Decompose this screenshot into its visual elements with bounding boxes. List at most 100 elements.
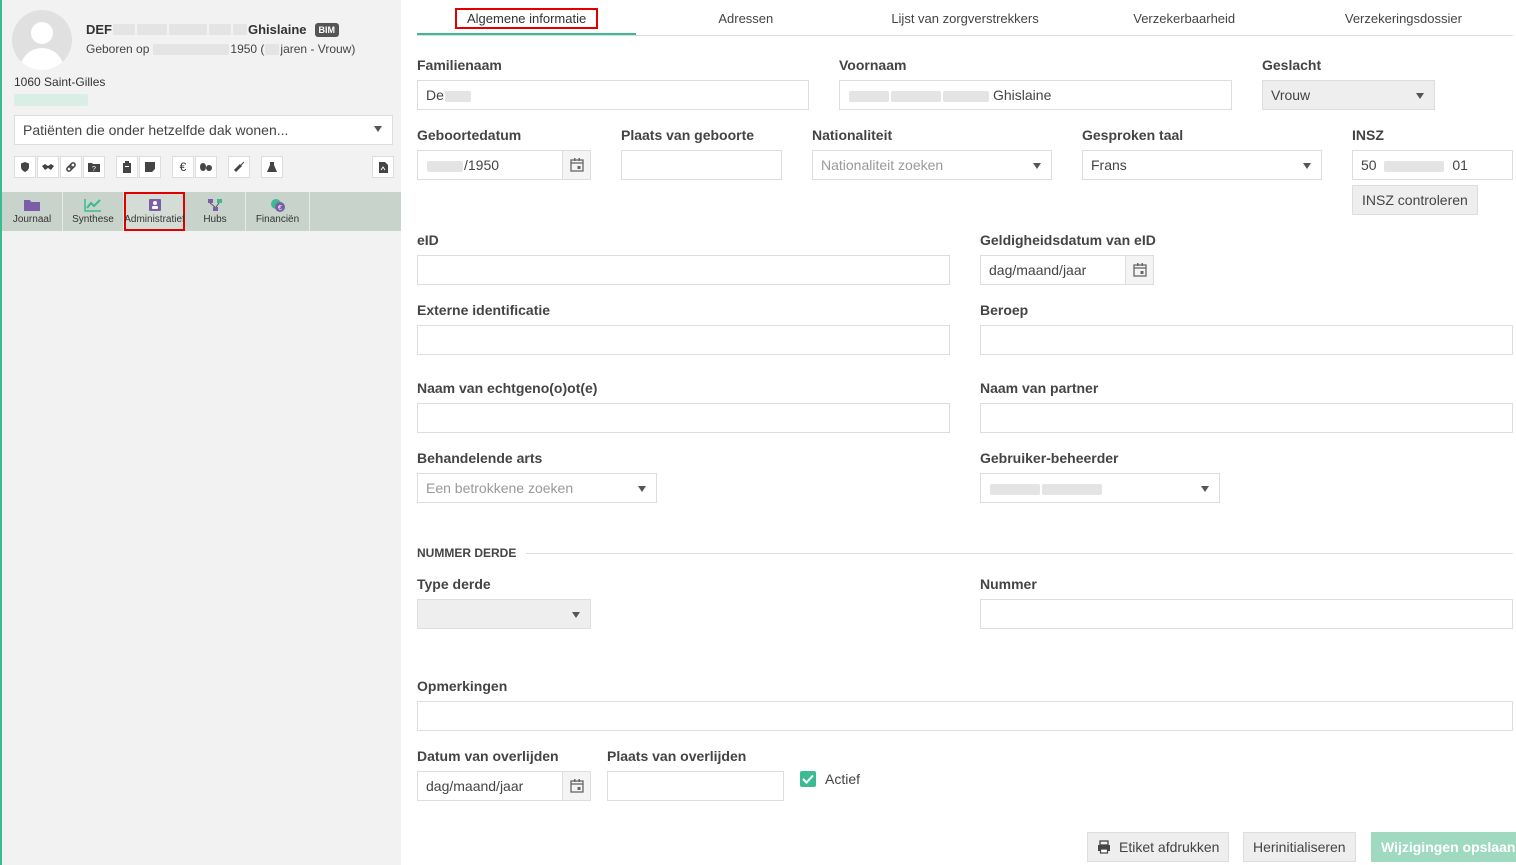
tab-label: Adressen <box>718 11 774 26</box>
syringe-icon[interactable] <box>228 156 250 178</box>
insz-check-button[interactable]: INSZ controleren <box>1352 185 1478 215</box>
flask-icon[interactable] <box>261 156 283 178</box>
externe-id-label: Externe identificatie <box>417 302 551 318</box>
tab-adressen[interactable]: Adressen <box>636 0 855 35</box>
type-derde-select[interactable] <box>417 599 591 629</box>
patient-address: 1060 Saint-Gilles <box>14 75 106 89</box>
tab-label: Algemene informatie <box>454 8 599 29</box>
actief-checkbox[interactable] <box>800 771 816 787</box>
print-label-button[interactable]: Etiket afdrukken <box>1087 832 1230 862</box>
id-card-icon <box>148 199 161 211</box>
nav-label: Administratief <box>124 214 185 225</box>
insz-field[interactable]: 50 01 <box>1352 150 1513 180</box>
birth-year: 1950 ( <box>230 42 265 56</box>
insz-value-start: 50 <box>1361 157 1377 173</box>
eid-datum-field[interactable]: dag/maand/jaar <box>980 255 1154 285</box>
overlijden-datum-placeholder: dag/maand/jaar <box>426 778 524 794</box>
patient-name-prefix: DEF <box>86 22 112 37</box>
patient-toolbar: ? € <box>14 156 394 178</box>
folder-question-icon[interactable]: ? <box>83 156 105 178</box>
calendar-icon[interactable] <box>562 151 590 179</box>
plaats-geboorte-field[interactable] <box>621 150 782 180</box>
chevron-down-icon <box>1201 486 1209 492</box>
nav-label: Synthese <box>72 214 114 225</box>
beroep-field[interactable] <box>980 325 1513 355</box>
tab-algemene-informatie[interactable]: Algemene informatie <box>417 0 637 35</box>
calendar-icon[interactable] <box>562 772 590 800</box>
tab-bar: Algemene informatie Adressen Lijst van z… <box>417 0 1513 36</box>
nav-financien[interactable]: € Financiën <box>246 192 310 231</box>
nummer-field[interactable] <box>980 599 1513 629</box>
arts-label: Behandelende arts <box>417 450 543 466</box>
save-button[interactable]: Wijzigingen opslaan <box>1371 832 1516 862</box>
eid-label: eID <box>417 232 439 248</box>
opmerkingen-field[interactable] <box>417 701 1513 731</box>
geslacht-select[interactable]: Vrouw <box>1262 80 1435 110</box>
svg-text:?: ? <box>92 166 96 173</box>
nav-hubs[interactable]: Hubs <box>185 192 246 231</box>
link-icon[interactable] <box>60 156 82 178</box>
patient-address-extra <box>14 94 88 106</box>
chevron-down-icon <box>1033 163 1041 169</box>
handshake-icon[interactable] <box>37 156 59 178</box>
tab-verzekerbaarheid[interactable]: Verzekerbaarheid <box>1075 0 1294 35</box>
tab-zorgverstrekkers[interactable]: Lijst van zorgverstrekkers <box>855 0 1074 35</box>
sticky-note-icon[interactable] <box>139 156 161 178</box>
printer-icon <box>1098 840 1110 854</box>
opmerkingen-label: Opmerkingen <box>417 678 508 694</box>
status-badge: BIM <box>314 22 340 37</box>
beheerder-select[interactable] <box>980 473 1220 503</box>
tab-verzekeringsdossier[interactable]: Verzekeringsdossier <box>1294 0 1513 35</box>
echtgenoot-label: Naam van echtgeno(o)ot(e) <box>417 380 598 396</box>
clipboard-icon[interactable] <box>116 156 138 178</box>
tab-label: Lijst van zorgverstrekkers <box>891 11 1039 26</box>
patient-birth: Geboren op 1950 ( jaren - Vrouw) <box>86 42 355 56</box>
overlijden-plaats-field[interactable] <box>607 771 784 801</box>
familienaam-field[interactable]: De <box>417 80 809 110</box>
nav-label: Hubs <box>203 214 227 225</box>
arts-placeholder: Een betrokkene zoeken <box>426 480 574 496</box>
chevron-down-icon <box>374 126 382 132</box>
externe-id-field[interactable] <box>417 325 950 355</box>
print-label: Etiket afdrukken <box>1119 839 1220 855</box>
calendar-icon[interactable] <box>1125 256 1153 284</box>
nationaliteit-label: Nationaliteit <box>812 127 893 143</box>
household-select[interactable]: Patiënten die onder hetzelfde dak wonen.… <box>14 115 393 145</box>
section-title: NUMMER DERDE <box>417 546 517 560</box>
pdf-icon[interactable] <box>372 156 394 178</box>
eid-field[interactable] <box>417 255 950 285</box>
check-icon <box>802 774 814 784</box>
geboortedatum-value: /1950 <box>464 157 500 173</box>
nav-synthese[interactable]: Synthese <box>63 192 124 231</box>
actief-label: Actief <box>825 771 861 787</box>
folder-icon <box>24 200 40 211</box>
taal-select[interactable]: Frans <box>1082 150 1322 180</box>
arts-select[interactable]: Een betrokkene zoeken <box>417 473 657 503</box>
avatar <box>12 10 72 70</box>
taal-label: Gesproken taal <box>1082 127 1184 143</box>
svg-text:€: € <box>278 205 282 212</box>
tab-label: Verzekeringsdossier <box>1344 11 1462 26</box>
overlijden-plaats-label: Plaats van overlijden <box>607 748 747 764</box>
euro-icon[interactable]: € <box>172 156 194 178</box>
echtgenoot-field[interactable] <box>417 403 950 433</box>
taal-value: Frans <box>1091 157 1127 173</box>
chevron-down-icon <box>572 612 580 618</box>
pills-icon[interactable] <box>195 156 217 178</box>
voornaam-field[interactable]: Ghislaine <box>839 80 1232 110</box>
overlijden-datum-field[interactable]: dag/maand/jaar <box>417 771 591 801</box>
nav-administratief[interactable]: Administratief <box>124 192 185 231</box>
section-nummer-derde: NUMMER DERDE <box>417 546 1513 560</box>
geboortedatum-field[interactable]: /1950 <box>417 150 591 180</box>
patient-name: DEF Ghislaine BIM <box>86 22 340 37</box>
nationaliteit-select[interactable]: Nationaliteit zoeken <box>812 150 1052 180</box>
nav-label: Journaal <box>12 214 52 225</box>
nav-journaal[interactable]: Journaal <box>2 192 63 231</box>
shield-icon[interactable] <box>14 156 36 178</box>
eid-datum-label: Geldigheidsdatum van eID <box>980 232 1156 248</box>
reset-button[interactable]: Herinitialiseren <box>1243 832 1356 862</box>
overlijden-datum-label: Datum van overlijden <box>417 748 559 764</box>
birth-suffix: jaren - Vrouw) <box>280 42 356 56</box>
partner-field[interactable] <box>980 403 1513 433</box>
tab-label: Verzekerbaarheid <box>1133 11 1236 26</box>
